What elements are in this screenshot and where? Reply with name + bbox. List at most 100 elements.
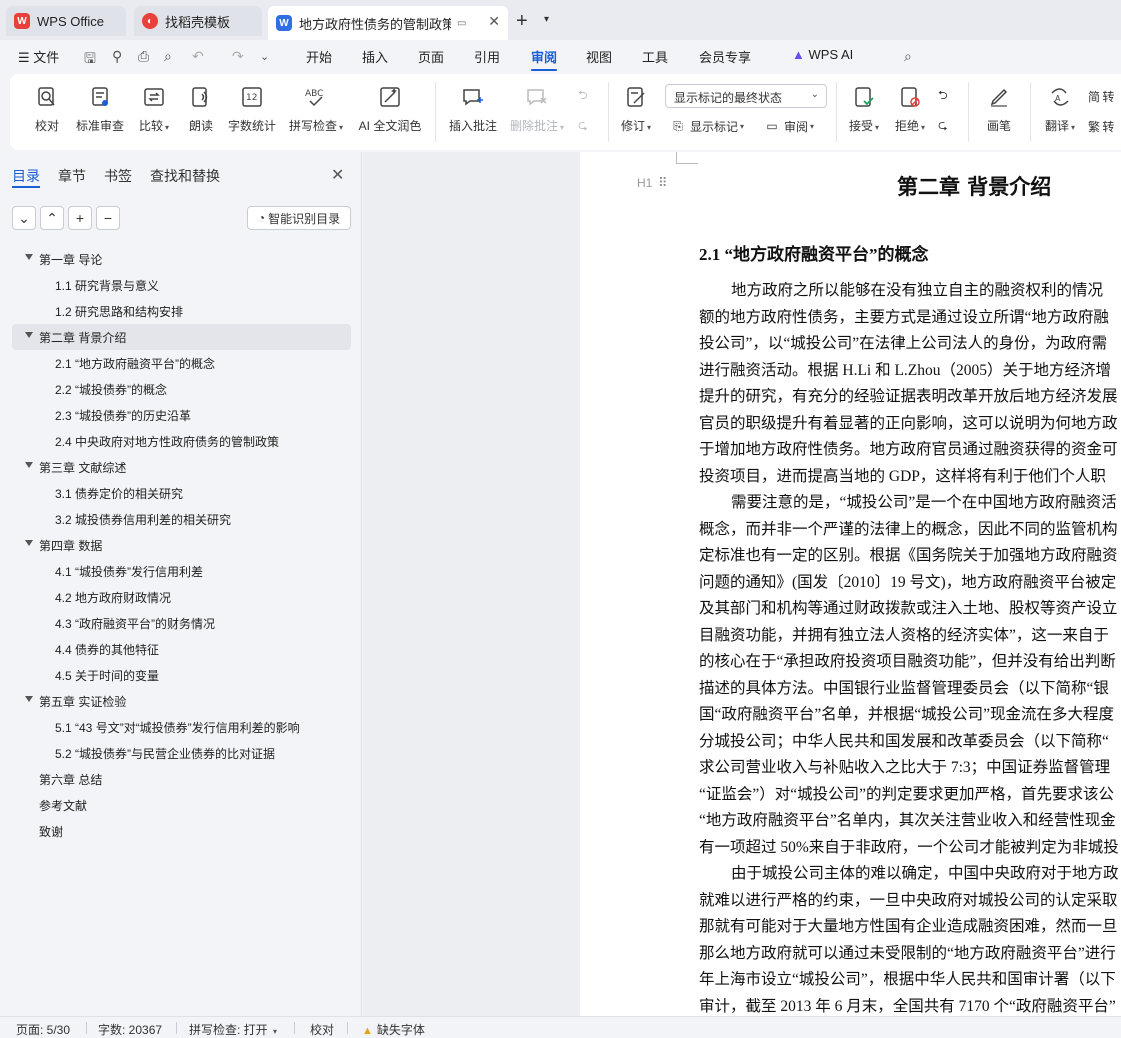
menu-review[interactable]: 审阅 — [531, 47, 557, 66]
nav-tab-sections[interactable]: 章节 — [58, 166, 86, 186]
toc-section-item[interactable]: 5.1 “43 号文”对“城投债券”发行信用利差的影响 — [12, 714, 351, 740]
toc-chapter-item[interactable]: 参考文献 — [12, 792, 351, 818]
toc-section-item[interactable]: 4.3 “政府融资平台”的财务情况 — [12, 610, 351, 636]
delete-comment-button[interactable]: 删除批注 ▾ — [508, 84, 566, 140]
undo-icon[interactable]: ↶ — [192, 48, 204, 65]
toc-section-item[interactable]: 4.4 债券的其他特征 — [12, 636, 351, 662]
toc-chapter-item[interactable]: 第一章 导论 — [12, 246, 351, 272]
toc-section-item[interactable]: 4.5 关于时间的变量 — [12, 662, 351, 688]
menu-tools[interactable]: 工具 — [642, 47, 668, 66]
toc-section-item[interactable]: 3.1 债券定价的相关研究 — [12, 480, 351, 506]
markup-mode-select[interactable]: 显示标记的最终状态 ⌄ — [665, 84, 827, 108]
menu-view[interactable]: 视图 — [586, 47, 612, 66]
share-icon[interactable]: ⚲ — [112, 48, 122, 65]
toc-chapter-item[interactable]: 第六章 总结 — [12, 766, 351, 792]
collapse-all-button[interactable]: ⌄ — [12, 206, 36, 230]
standard-review-button[interactable]: 标准审查 — [74, 84, 126, 140]
pen-button[interactable]: 画笔 — [984, 84, 1014, 140]
tab-wps-office[interactable]: W WPS Office — [6, 6, 126, 36]
next-change-icon[interactable]: ⮎ — [938, 116, 948, 136]
review-ribbon: 校对 标准审查 比较 ▾ 朗读 12 字数统计 ABC 拼写检查 ▾ AI 全文… — [10, 74, 1121, 150]
simplified-to-traditional-button[interactable]: 简 转 — [1088, 86, 1114, 106]
word-count-button[interactable]: 12 字数统计 — [227, 84, 277, 140]
nav-tab-find-replace[interactable]: 查找和替换 — [150, 166, 220, 186]
insert-comment-button[interactable]: 插入批注 — [448, 84, 498, 140]
new-tab-icon[interactable]: + — [516, 10, 528, 33]
expand-caret-icon[interactable] — [25, 462, 33, 468]
print-preview-icon[interactable]: ⌕ — [164, 48, 172, 65]
compare-button[interactable]: 比较 ▾ — [134, 84, 174, 140]
menu-wps-ai[interactable]: ▲ WPS AI — [792, 47, 853, 62]
toc-section-item[interactable]: 4.1 “城投债券”发行信用利差 — [12, 558, 351, 584]
document-page[interactable]: H1 ⠿ 第二章 背景介绍 2.1 “地方政府融资平台”的概念 地方政府之所以能… — [580, 152, 1121, 1016]
expand-caret-icon[interactable] — [25, 696, 33, 702]
toc-section-item[interactable]: 1.1 研究背景与意义 — [12, 272, 351, 298]
toc-chapter-item[interactable]: 第五章 实证检验 — [12, 688, 351, 714]
review-pane-button[interactable]: ▭ 审阅 ▾ — [764, 116, 814, 136]
save-icon[interactable]: 🖫 — [84, 48, 96, 72]
toc-section-item[interactable]: 4.2 地方政府财政情况 — [12, 584, 351, 610]
close-tab-icon[interactable]: ✕ — [488, 13, 500, 30]
toc-chapter-item[interactable]: 第三章 文献综述 — [12, 454, 351, 480]
heading-level-marker[interactable]: H1 — [637, 176, 652, 190]
toc-section-item[interactable]: 2.1 “地方政府融资平台”的概念 — [12, 350, 351, 376]
translate-button[interactable]: A 翻译 ▾ — [1040, 84, 1080, 140]
toc-section-item[interactable]: 3.2 城投债券信用利差的相关研究 — [12, 506, 351, 532]
reject-button[interactable]: 拒绝 ▾ — [892, 84, 928, 140]
word-count-status[interactable]: 字数: 20367 — [98, 1021, 162, 1038]
toc-chapter-item[interactable]: 第二章 背景介绍 — [12, 324, 351, 350]
toc-section-item[interactable]: 5.2 “城投债券”与民营企业债券的比对证据 — [12, 740, 351, 766]
paragraph-line: 问题的通知》(国发〔2010〕19 号文)，地方政府融资平台被定 — [699, 573, 1117, 591]
missing-font-status[interactable]: ▲ 缺失字体 — [362, 1021, 425, 1038]
toc-item-label: 4.1 “城投债券”发行信用利差 — [55, 564, 204, 579]
tab-templates[interactable]: ◐ 找稻壳模板 — [134, 6, 262, 36]
toc-item-label: 4.5 关于时间的变量 — [55, 668, 160, 683]
redo-icon[interactable]: ↷ — [232, 48, 244, 65]
chevron-down-icon[interactable]: ▾ — [544, 14, 549, 25]
drag-handle-icon[interactable]: ⠿ — [658, 175, 667, 191]
previous-comment-icon[interactable]: ⮌ — [578, 86, 588, 106]
read-aloud-button[interactable]: 朗读 — [186, 84, 216, 140]
proofread-status[interactable]: 校对 — [310, 1021, 334, 1038]
track-changes-button[interactable]: 修订 ▾ — [618, 84, 654, 140]
paragraph-line: “证监会”）对“城投公司”的判定要求更加严格，首先要求该公 — [699, 785, 1115, 803]
nav-tab-bookmarks[interactable]: 书签 — [104, 166, 132, 186]
show-markup-button[interactable]: ⎘ 显示标记 ▾ — [670, 116, 744, 136]
previous-change-icon[interactable]: ⮌ — [938, 86, 948, 106]
toc-chapter-item[interactable]: 致谢 — [12, 818, 351, 844]
toc-section-item[interactable]: 2.3 “城投债券”的历史沿革 — [12, 402, 351, 428]
document-area[interactable]: H1 ⠿ 第二章 背景介绍 2.1 “地方政府融资平台”的概念 地方政府之所以能… — [363, 152, 1121, 1016]
toc-section-item[interactable]: 2.4 中央政府对地方性政府债务的管制政策 — [12, 428, 351, 454]
menu-references[interactable]: 引用 — [474, 47, 500, 66]
paragraph-line: 分城投公司；中华人民共和国发展和改革委员会（以下简称“ — [699, 732, 1109, 750]
spell-check-status[interactable]: 拼写检查: 打开 ▾ — [189, 1021, 277, 1038]
expand-up-button[interactable]: ⌃ — [40, 206, 64, 230]
proofread-button[interactable]: 校对 — [32, 84, 62, 140]
traditional-to-simplified-button[interactable]: 繁 转 — [1088, 116, 1114, 136]
toc-section-item[interactable]: 1.2 研究思路和结构安排 — [12, 298, 351, 324]
close-icon[interactable]: ✕ — [331, 165, 344, 185]
nav-tab-toc[interactable]: 目录 — [12, 166, 40, 186]
toc-chapter-item[interactable]: 第四章 数据 — [12, 532, 351, 558]
menu-page[interactable]: 页面 — [418, 47, 444, 66]
ai-polish-button[interactable]: AI 全文润色 — [357, 84, 423, 140]
accept-button[interactable]: 接受 ▾ — [846, 84, 882, 140]
spell-check-button[interactable]: ABC 拼写检查 ▾ — [287, 84, 345, 140]
menu-membership[interactable]: 会员专享 — [699, 47, 751, 66]
expand-caret-icon[interactable] — [25, 254, 33, 260]
expand-caret-icon[interactable] — [25, 332, 33, 338]
add-heading-button[interactable]: + — [68, 206, 92, 230]
search-icon[interactable]: ⌕ — [904, 48, 912, 65]
expand-caret-icon[interactable] — [25, 540, 33, 546]
smart-toc-button[interactable]: ◔ 智能识别目录 — [247, 206, 351, 230]
print-icon[interactable]: ⎙ — [138, 48, 149, 65]
more-chevron-icon[interactable]: ⌄ — [260, 50, 269, 63]
next-comment-icon[interactable]: ⮎ — [578, 116, 588, 136]
page-indicator[interactable]: 页面: 5/30 — [16, 1021, 70, 1038]
menu-start[interactable]: 开始 — [306, 47, 332, 66]
remove-heading-button[interactable]: − — [96, 206, 120, 230]
menu-insert[interactable]: 插入 — [362, 47, 388, 66]
tab-document[interactable]: W 地方政府性债务的管制政策与 ▭ ✕ — [268, 6, 508, 40]
toc-section-item[interactable]: 2.2 “城投债券”的概念 — [12, 376, 351, 402]
menu-file[interactable]: ☰ 文件 — [18, 47, 59, 66]
